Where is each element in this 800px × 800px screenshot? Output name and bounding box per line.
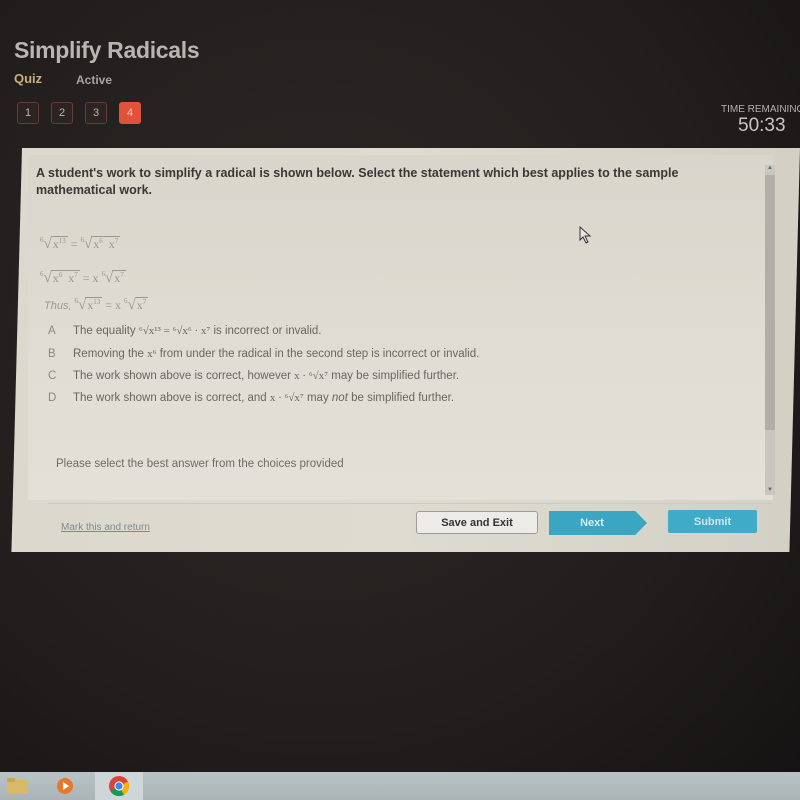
choice-c[interactable]: C The work shown above is correct, howeve… xyxy=(48,370,459,382)
exponent: 13 xyxy=(93,298,101,306)
footer-divider xyxy=(48,503,773,504)
scrollbar-thumb[interactable] xyxy=(765,175,775,430)
work-line-1: 6√x13 = 6√x6 x7 xyxy=(40,236,121,253)
question-nav-4[interactable]: 4 xyxy=(119,102,141,124)
choice-letter: C xyxy=(48,370,57,382)
choice-text: may xyxy=(306,392,329,404)
choice-text: The equality xyxy=(73,325,136,337)
choice-letter: A xyxy=(48,325,56,337)
exponent: 6 xyxy=(58,271,63,279)
choice-letter: D xyxy=(48,392,57,404)
choice-text-emphasis: not xyxy=(331,392,348,404)
taskbar-chrome[interactable] xyxy=(95,772,143,800)
choice-math: x⁶ xyxy=(147,348,157,360)
exponent: 7 xyxy=(74,271,78,279)
choice-d[interactable]: D The work shown above is correct, and x … xyxy=(48,392,454,404)
scrollbar[interactable]: ▲ ▼ xyxy=(765,165,775,495)
thus-label: Thus, xyxy=(44,300,72,312)
question-prompt: A student's work to simplify a radical i… xyxy=(36,166,679,197)
choice-math: x · ⁶√x⁷ xyxy=(269,392,304,404)
choice-text: from under the radical in the second ste… xyxy=(159,348,480,360)
folder-icon xyxy=(7,778,27,794)
exponent: 7 xyxy=(142,298,147,306)
equals: = x xyxy=(105,298,122,312)
choice-a[interactable]: A The equality ⁶√x¹³ = ⁶√x⁶ · x⁷ is incor… xyxy=(48,325,321,337)
media-player-icon xyxy=(57,778,73,794)
exponent: 7 xyxy=(120,271,124,279)
scroll-up-icon[interactable]: ▲ xyxy=(767,165,773,171)
choice-math: x · ⁶√x⁷ xyxy=(294,370,329,382)
app-title: Simplify Radicals xyxy=(14,37,200,63)
choice-text: Removing the xyxy=(73,348,144,360)
mark-and-return-link[interactable]: Mark this and return xyxy=(61,522,150,533)
answer-hint: Please select the best answer from the c… xyxy=(56,458,344,470)
submit-button[interactable]: Submit xyxy=(668,510,757,533)
question-nav-1[interactable]: 1 xyxy=(17,102,39,124)
work-line-2: 6√x6 x7 = x 6√x7 xyxy=(40,270,126,287)
exponent: 6 xyxy=(99,237,103,245)
question-nav-2[interactable]: 2 xyxy=(51,102,73,124)
quiz-type-label: Quiz xyxy=(14,71,43,86)
choice-text: The work shown above is correct, however xyxy=(73,370,291,382)
choice-math: ⁶√x¹³ = ⁶√x⁶ · x⁷ xyxy=(138,325,211,337)
choice-b[interactable]: B Removing the x⁶ from under the radical … xyxy=(48,348,479,360)
choice-text: is incorrect or invalid. xyxy=(213,325,322,337)
taskbar-file-explorer[interactable] xyxy=(4,772,30,800)
work-line-3: Thus, 6√x13 = x 6√x7 xyxy=(44,297,149,314)
time-remaining-label: TIME REMAINING xyxy=(721,104,800,115)
exponent: 7 xyxy=(114,237,119,245)
save-and-exit-button[interactable]: Save and Exit xyxy=(416,511,538,534)
equals: = xyxy=(70,237,78,251)
equals: = x xyxy=(82,271,99,285)
quiz-status-label: Active xyxy=(76,73,113,87)
choice-text: may be simplified further. xyxy=(331,370,460,382)
taskbar-media-player[interactable] xyxy=(52,772,78,800)
time-remaining-value: 50:33 xyxy=(738,115,786,136)
mouse-cursor-icon xyxy=(579,226,592,244)
exponent: 13 xyxy=(58,237,66,245)
taskbar xyxy=(0,772,800,800)
choice-text: The work shown above is correct, and xyxy=(73,392,267,404)
question-nav-3[interactable]: 3 xyxy=(85,102,107,124)
choice-letter: B xyxy=(48,348,56,360)
scroll-down-icon[interactable]: ▼ xyxy=(767,487,773,493)
chrome-icon xyxy=(109,776,130,797)
choice-text: be simplified further. xyxy=(351,392,455,404)
next-button[interactable]: Next xyxy=(549,511,647,535)
question-navigator: 1 2 3 4 xyxy=(17,102,141,124)
